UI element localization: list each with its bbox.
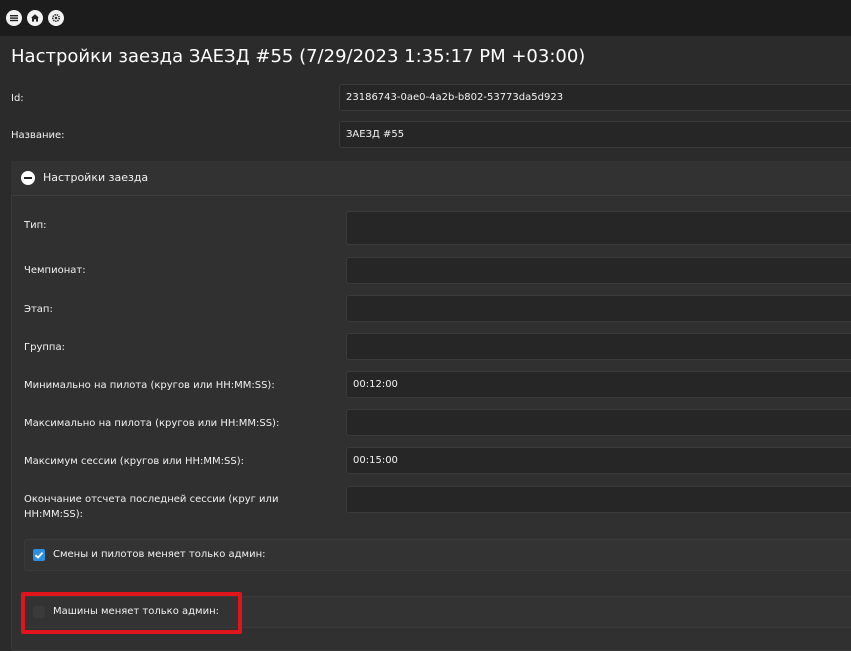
id-label: Id: [11,93,24,104]
admin-only-shifts-checkbox[interactable] [33,549,45,561]
type-label: Тип: [24,220,47,231]
top-toolbar [0,0,851,36]
page-title: Настройки заезда ЗАЕЗД #55 (7/29/2023 1:… [11,46,586,67]
id-field[interactable]: 23186743-0ae0-4a2b-b802-53773da5d923 [339,84,851,111]
settings-panel-title: Настройки заезда [43,171,149,184]
stage-label: Этап: [24,304,53,315]
group-label: Группа: [24,342,65,353]
max-session-label: Максимум сессии (кругов или HH:MM:SS): [24,456,245,467]
group-field[interactable] [346,333,851,360]
min-per-pilot-field[interactable]: 00:12:00 [346,371,851,398]
max-per-pilot-field[interactable] [346,409,851,436]
highlight-box [21,592,242,634]
name-field[interactable]: ЗАЕЗД #55 [339,121,851,148]
checkmark-icon [34,551,44,559]
max-session-field[interactable]: 00:15:00 [346,447,851,474]
menu-icon[interactable] [6,10,22,26]
collapse-icon[interactable] [21,171,35,185]
settings-panel-header[interactable]: Настройки заезда [11,161,851,196]
stage-field[interactable] [346,295,851,322]
last-session-end-label: Окончание отсчета последней сессии (круг… [24,494,279,505]
admin-only-shifts-label: Смены и пилотов меняет только админ: [53,549,266,560]
type-select[interactable] [346,211,851,245]
gear-icon[interactable] [48,10,64,26]
championship-field[interactable] [346,257,851,284]
championship-label: Чемпионат: [24,265,86,276]
admin-only-shifts-row[interactable]: Смены и пилотов меняет только админ: [24,539,851,571]
max-per-pilot-label: Максимально на пилота (кругов или HH:MM:… [24,418,280,429]
name-label: Название: [11,130,65,141]
last-session-end-field[interactable] [346,486,851,513]
home-icon[interactable] [27,10,43,26]
min-per-pilot-label: Минимально на пилота (кругов или HH:MM:S… [24,380,275,391]
last-session-end-label-line2: HH:MM:SS): [24,509,83,520]
